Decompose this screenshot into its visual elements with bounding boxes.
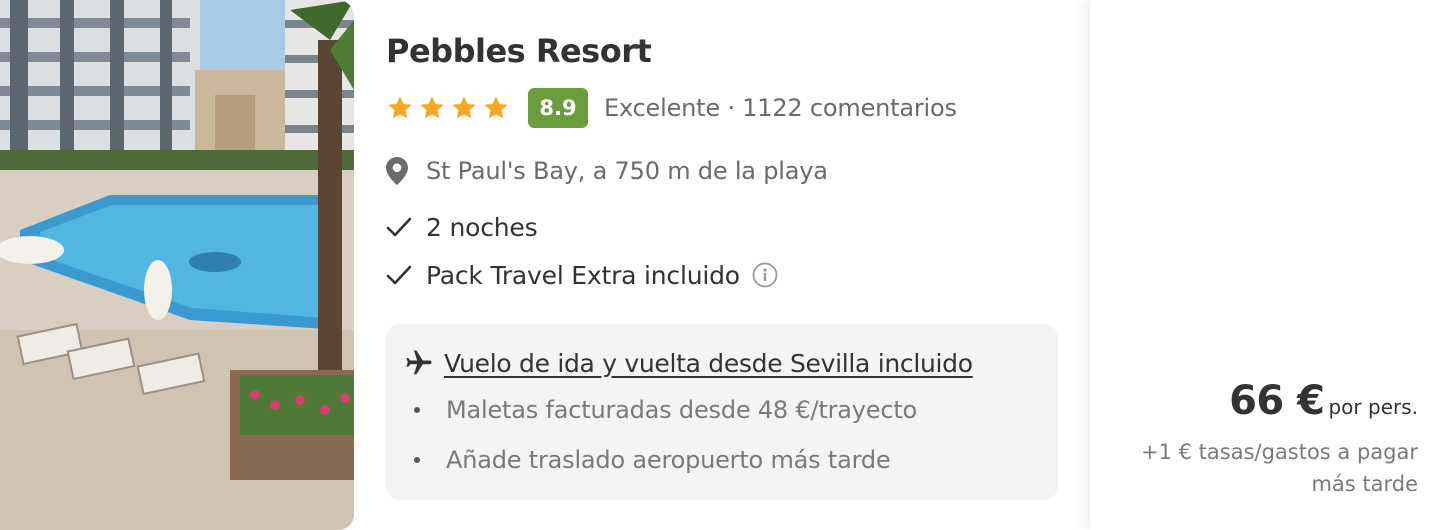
pack-text: Pack Travel Extra incluido	[426, 260, 740, 290]
hotel-info: Pebbles Resort 8.9 Excelente · 1122 come…	[386, 0, 1058, 530]
rating-summary[interactable]: Excelente · 1122 comentarios	[604, 94, 957, 122]
flight-title-row: Vuelo de ida y vuelta desde Sevilla incl…	[404, 348, 973, 378]
nights-row: 2 noches	[386, 212, 538, 242]
check-icon	[386, 260, 416, 290]
star-icon	[484, 96, 508, 119]
pack-row: Pack Travel Extra incluido	[386, 260, 778, 290]
flight-bullet: Añade traslado aeropuerto más tarde	[410, 446, 891, 474]
hotel-photo-illustration	[0, 0, 354, 530]
flight-box: Vuelo de ida y vuelta desde Sevilla incl…	[386, 324, 1058, 500]
nights-text: 2 noches	[426, 212, 538, 242]
price-panel: 66 € por pers. +1 € tasas/gastos a pagar…	[1090, 0, 1444, 530]
taxes-note: +1 € tasas/gastos a pagar más tarde	[1118, 436, 1418, 500]
info-icon[interactable]	[752, 262, 778, 288]
hotel-photo[interactable]	[0, 0, 354, 530]
taxes-line-2: más tarde	[1311, 472, 1418, 496]
bullet-dot	[414, 457, 420, 463]
location-text: St Paul's Bay, a 750 m de la playa	[426, 157, 828, 185]
taxes-line-1: +1 € tasas/gastos a pagar	[1140, 440, 1418, 464]
transfer-text: Añade traslado aeropuerto más tarde	[446, 446, 891, 474]
flight-included-link[interactable]: Vuelo de ida y vuelta desde Sevilla incl…	[444, 349, 973, 378]
baggage-text: Maletas facturadas desde 48 €/trayecto	[446, 396, 918, 424]
price-amount: 66 €	[1229, 378, 1325, 424]
price-per-person: por pers.	[1328, 395, 1418, 419]
score-badge: 8.9	[528, 88, 588, 128]
star-icon	[388, 96, 412, 119]
plane-icon	[406, 350, 432, 375]
star-icon	[452, 96, 476, 119]
star-icon	[420, 96, 444, 119]
check-icon	[386, 212, 416, 242]
hotel-stars	[386, 94, 510, 122]
bullet-dot	[414, 407, 420, 413]
hotel-name[interactable]: Pebbles Resort	[386, 32, 652, 70]
flight-bullet: Maletas facturadas desde 48 €/trayecto	[410, 396, 917, 424]
location-row: St Paul's Bay, a 750 m de la playa	[386, 156, 828, 186]
price-line: 66 € por pers.	[1229, 378, 1418, 424]
map-pin-icon	[386, 156, 416, 186]
rating-row: 8.9 Excelente · 1122 comentarios	[386, 88, 957, 128]
